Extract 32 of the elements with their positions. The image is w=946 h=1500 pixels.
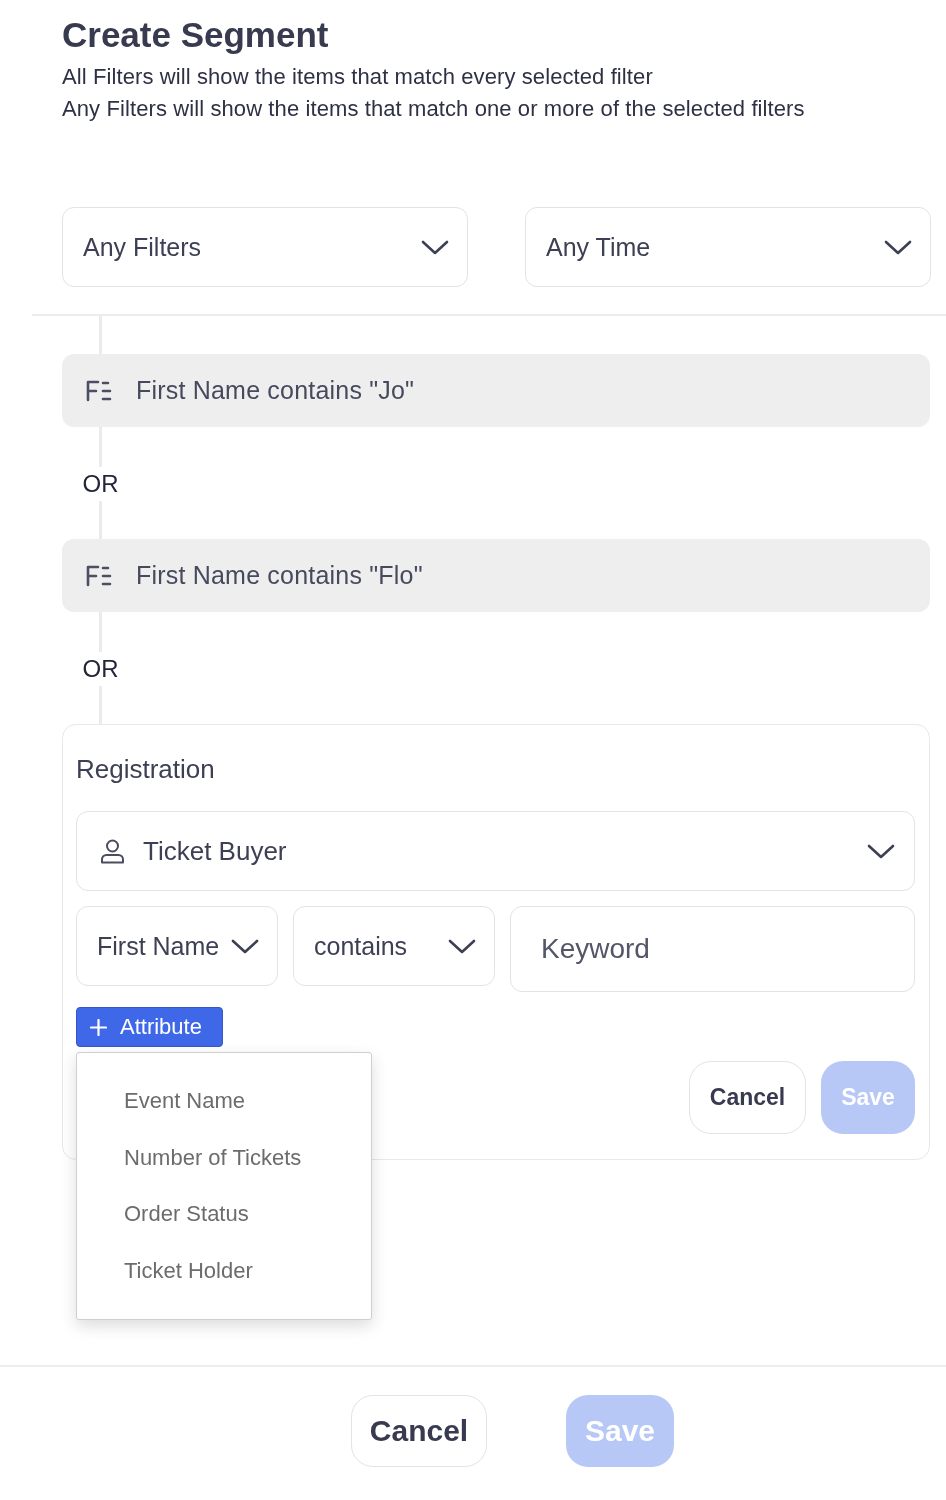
- operator-select[interactable]: contains: [293, 906, 495, 986]
- dropdown-select[interactable]: Any Filters: [62, 207, 468, 287]
- chevron-down-icon: [231, 938, 259, 954]
- filter-condition[interactable]: First Name contains "Flo": [62, 539, 930, 612]
- cancel-button[interactable]: Cancel: [351, 1395, 487, 1467]
- group-label: Registration: [76, 753, 216, 786]
- keyword-input[interactable]: Keyword: [510, 906, 915, 992]
- chevron-down-icon: [867, 843, 895, 859]
- chevron-down-icon: [421, 239, 449, 255]
- chevron-down-icon: [448, 938, 476, 954]
- menu-item[interactable]: Order Status: [77, 1186, 371, 1243]
- logic-operator: OR: [81, 654, 120, 684]
- page-title: Create Segment: [62, 15, 330, 55]
- condition-text: First Name contains "Jo": [136, 376, 415, 405]
- menu-item[interactable]: Event Name: [77, 1073, 371, 1130]
- description-text: All Filters will show the items that match every selected filter: [62, 63, 654, 91]
- filter-condition[interactable]: First Name contains "Jo": [62, 354, 930, 427]
- entity-select[interactable]: Ticket Buyer: [76, 811, 915, 891]
- field-list-icon: [86, 379, 112, 402]
- condition-text: First Name contains "Flo": [136, 561, 423, 590]
- menu-item[interactable]: Number of Tickets: [77, 1129, 371, 1186]
- dropdown-select[interactable]: Any Time: [525, 207, 931, 287]
- plus-icon: [90, 1018, 107, 1036]
- description-text: Any Filters will show the items that match one or more of the selected filters: [62, 95, 806, 123]
- chevron-down-icon: [884, 239, 912, 255]
- field-list-icon: [86, 564, 112, 587]
- logic-operator: OR: [81, 469, 120, 499]
- attribute-select[interactable]: First Name: [76, 906, 278, 986]
- add-attribute-button[interactable]: Attribute: [76, 1007, 223, 1047]
- user-icon: [101, 838, 124, 864]
- menu-item[interactable]: Ticket Holder: [77, 1242, 371, 1299]
- cancel-button[interactable]: Cancel: [689, 1061, 806, 1134]
